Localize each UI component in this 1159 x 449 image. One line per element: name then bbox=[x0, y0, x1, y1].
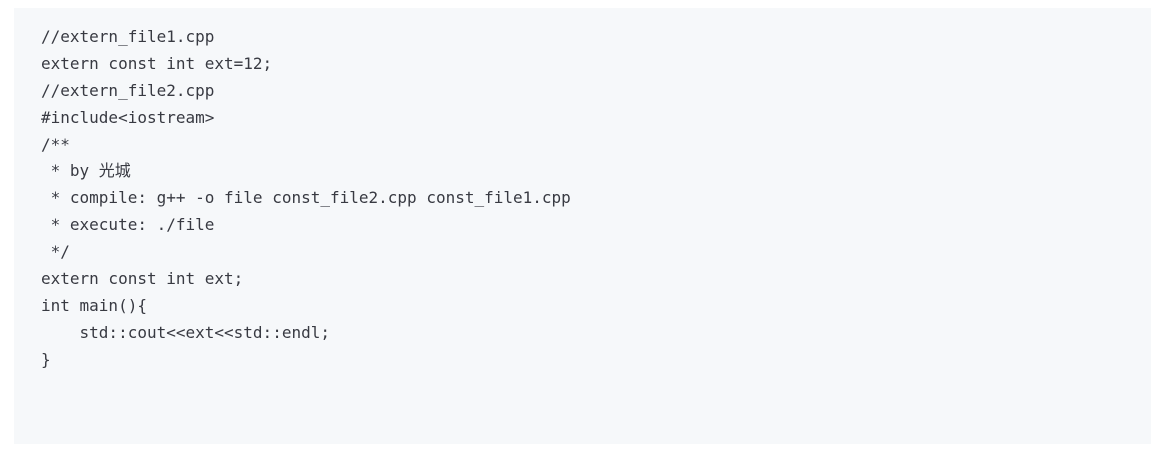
code-block: //extern_file1.cpp extern const int ext=… bbox=[14, 8, 1151, 444]
code-line: /** bbox=[41, 134, 70, 154]
code-line: std::cout<<ext<<std::endl; bbox=[41, 322, 330, 342]
code-line: int main(){ bbox=[41, 295, 147, 315]
code-line: */ bbox=[41, 242, 70, 262]
code-line: * execute: ./file bbox=[41, 215, 215, 235]
code-line: //extern_file1.cpp bbox=[41, 27, 215, 46]
code-line: * by 光城 bbox=[41, 161, 131, 181]
code-line: //extern_file2.cpp bbox=[41, 80, 215, 100]
code-line: extern const int ext; bbox=[41, 269, 244, 289]
code-line: extern const int ext=12; bbox=[41, 53, 273, 73]
code-line: * compile: g++ -o file const_file2.cpp c… bbox=[41, 188, 571, 208]
code-line: } bbox=[41, 349, 51, 369]
code-line: #include<iostream> bbox=[41, 107, 215, 127]
